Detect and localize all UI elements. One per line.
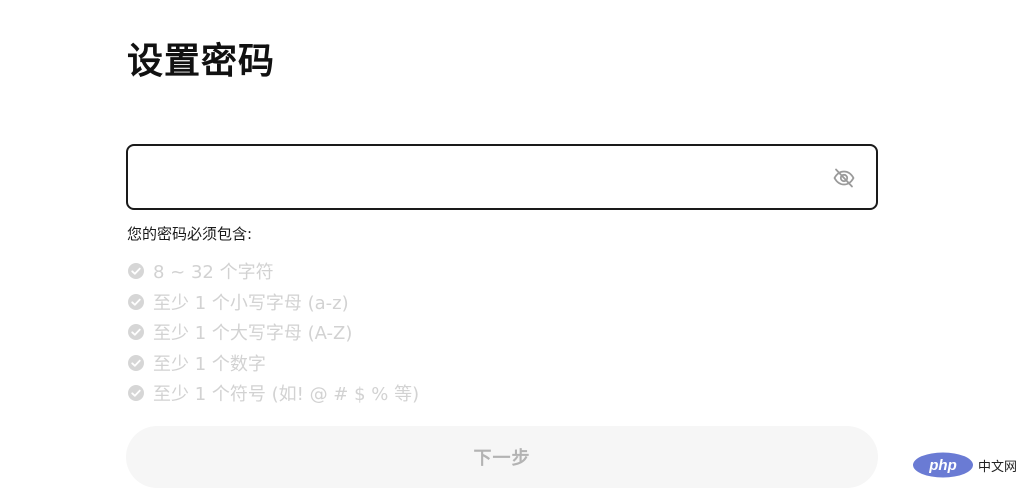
requirement-digit: 至少 1 个数字 xyxy=(127,348,419,379)
password-field[interactable] xyxy=(126,144,878,210)
svg-text:php: php xyxy=(928,457,957,474)
next-button[interactable]: 下一步 xyxy=(126,426,878,488)
set-password-page: 设置密码 您的密码必须包含: 8 ~ 32 个字符 至少 1 个小写字母 (a-… xyxy=(0,0,1024,488)
requirements-heading: 您的密码必须包含: xyxy=(127,225,253,243)
page-title: 设置密码 xyxy=(127,41,276,82)
requirement-label: 至少 1 个数字 xyxy=(153,353,266,375)
requirement-uppercase: 至少 1 个大写字母 (A-Z) xyxy=(127,317,419,348)
password-input[interactable] xyxy=(144,146,824,208)
check-circle-icon xyxy=(128,354,144,371)
check-circle-icon xyxy=(128,324,144,341)
check-circle-icon xyxy=(128,293,144,310)
php-logo-icon: php xyxy=(913,452,973,478)
requirements-list: 8 ~ 32 个字符 至少 1 个小写字母 (a-z) 至少 1 个大写字母 (… xyxy=(127,256,419,409)
check-circle-icon xyxy=(128,385,144,402)
check-circle-icon xyxy=(128,263,144,280)
requirement-label: 至少 1 个小写字母 (a-z) xyxy=(153,292,349,314)
requirement-lowercase: 至少 1 个小写字母 (a-z) xyxy=(127,287,419,318)
requirement-label: 8 ~ 32 个字符 xyxy=(153,262,274,284)
requirement-length: 8 ~ 32 个字符 xyxy=(127,256,419,287)
requirement-symbol: 至少 1 个符号 (如! @ # $ % 等) xyxy=(127,378,419,409)
watermark: php 中文网 xyxy=(912,452,1024,478)
watermark-text: 中文网 xyxy=(978,459,1018,475)
eye-off-icon[interactable] xyxy=(830,164,858,192)
requirement-label: 至少 1 个符号 (如! @ # $ % 等) xyxy=(153,384,420,406)
requirement-label: 至少 1 个大写字母 (A-Z) xyxy=(153,323,353,345)
